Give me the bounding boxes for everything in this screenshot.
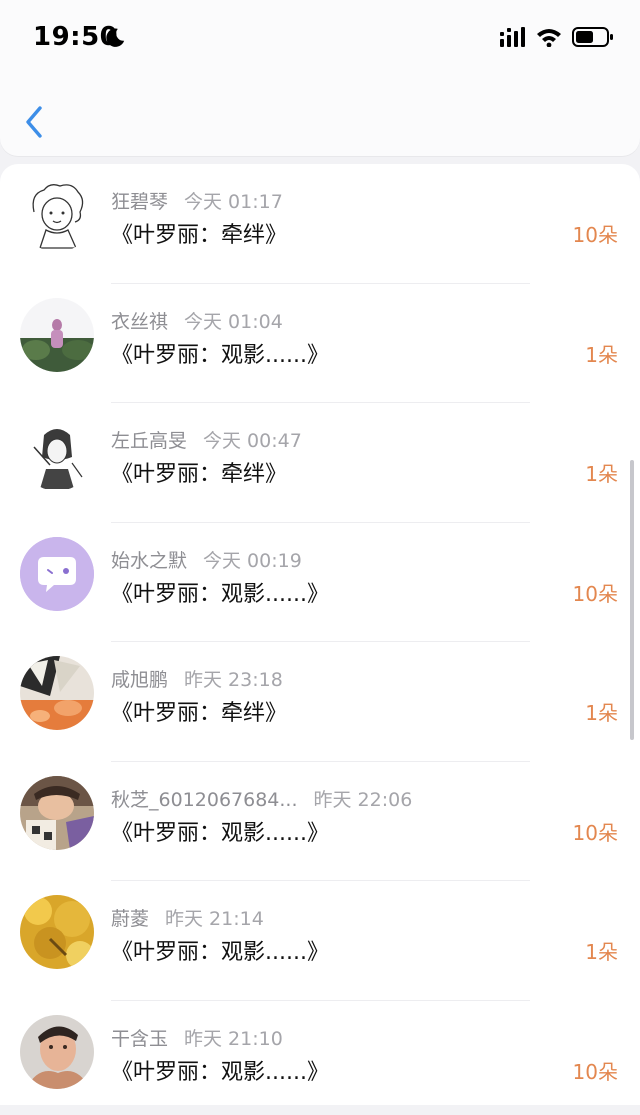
avatar[interactable] [20, 178, 94, 252]
list-item[interactable]: 咸旭鹏 昨天 23:18 《叶罗丽：牵绊》 1朵 [0, 642, 640, 762]
gift-record-list: 狂碧琴 今天 01:17 《叶罗丽：牵绊》 10朵 衣丝祺 今天 01:04 《叶罗… [0, 164, 640, 1115]
back-button[interactable] [18, 100, 54, 144]
item-time: 今天 01:04 [184, 310, 283, 333]
user-name[interactable]: 衣丝祺 [111, 311, 168, 333]
battery-icon [572, 27, 613, 47]
list-item[interactable]: 秋芝_6012067684... 昨天 22:06 《叶罗丽：观影......》 … [0, 762, 640, 881]
list-item[interactable]: 衣丝祺 今天 01:04 《叶罗丽：观影......》 1朵 [0, 284, 640, 403]
screen: 19:50 狂碧琴 今天 01:17 《叶罗丽：牵绊》 10朵 衣丝祺 今天 0… [0, 0, 640, 1115]
flower-count: 1朵 [585, 940, 618, 964]
flower-count: 10朵 [572, 1059, 618, 1084]
avatar[interactable] [20, 656, 94, 730]
item-meta: 干含玉 昨天 21:10 [111, 1024, 283, 1051]
item-time: 今天 00:19 [203, 549, 302, 572]
user-name[interactable]: 始水之默 [111, 550, 187, 572]
wifi-icon [537, 29, 561, 47]
gift-title: 《叶罗丽：观影......》 [111, 940, 329, 965]
signal-icon [500, 27, 525, 47]
user-name[interactable]: 左丘高旻 [111, 430, 187, 452]
avatar[interactable] [20, 775, 94, 850]
item-time: 昨天 21:14 [165, 908, 264, 930]
user-name[interactable]: 咸旭鹏 [111, 669, 168, 691]
flower-count: 10朵 [572, 223, 618, 247]
user-name[interactable]: 蔚菱 [111, 908, 149, 930]
item-meta: 秋芝_6012067684... 昨天 22:06 [111, 785, 412, 812]
list-item[interactable]: 始水之默 今天 00:19 《叶罗丽：观影......》 10朵 [0, 523, 640, 642]
flower-count: 1朵 [585, 701, 618, 725]
top-bar: 19:50 [0, 0, 640, 156]
item-meta: 狂碧琴 今天 01:17 [111, 187, 283, 214]
item-meta: 始水之默 今天 00:19 [111, 546, 302, 573]
avatar[interactable] [20, 895, 94, 969]
gift-title: 《叶罗丽：牵绊》 [111, 701, 288, 726]
list-item[interactable]: 左丘高旻 今天 00:47 《叶罗丽：牵绊》 1朵 [0, 403, 640, 523]
scrollbar[interactable] [630, 460, 634, 740]
list-item[interactable]: 狂碧琴 今天 01:17 《叶罗丽：牵绊》 10朵 [0, 164, 640, 284]
gift-title: 《叶罗丽：观影......》 [111, 342, 329, 368]
item-meta: 衣丝祺 今天 01:04 [111, 307, 283, 334]
flower-count: 1朵 [585, 342, 618, 367]
avatar[interactable] [20, 297, 94, 372]
user-name[interactable]: 秋芝_6012067684... [111, 789, 298, 811]
item-time: 今天 00:47 [203, 430, 302, 452]
avatar[interactable] [20, 417, 94, 491]
avatar[interactable] [20, 1014, 94, 1089]
item-time: 昨天 23:18 [184, 669, 283, 691]
item-time: 今天 01:17 [184, 191, 283, 213]
gift-title: 《叶罗丽：牵绊》 [111, 223, 288, 248]
list-item[interactable]: 蔚菱 昨天 21:14 《叶罗丽：观影......》 1朵 [0, 881, 640, 1001]
flower-count: 10朵 [572, 581, 618, 606]
flower-count: 10朵 [572, 820, 618, 845]
item-time: 昨天 22:06 [313, 788, 413, 811]
gift-title: 《叶罗丽：观影......》 [111, 820, 329, 846]
item-meta: 左丘高旻 今天 00:47 [111, 426, 302, 453]
item-time: 昨天 21:10 [184, 1027, 283, 1050]
gift-title: 《叶罗丽：观影......》 [111, 581, 329, 607]
flower-count: 1朵 [585, 462, 618, 486]
status-icons [500, 26, 614, 48]
item-meta: 蔚菱 昨天 21:14 [111, 904, 264, 931]
gift-title: 《叶罗丽：牵绊》 [111, 462, 288, 487]
user-name[interactable]: 干含玉 [111, 1028, 168, 1050]
avatar[interactable] [20, 536, 94, 611]
gift-title: 《叶罗丽：观影......》 [111, 1059, 329, 1085]
user-name[interactable]: 狂碧琴 [111, 191, 168, 213]
list-bottom-edge [0, 1105, 640, 1115]
moon-icon [106, 28, 125, 47]
list-item[interactable]: 干含玉 昨天 21:10 《叶罗丽：观影......》 10朵 [0, 1001, 640, 1115]
item-meta: 咸旭鹏 昨天 23:18 [111, 665, 283, 692]
